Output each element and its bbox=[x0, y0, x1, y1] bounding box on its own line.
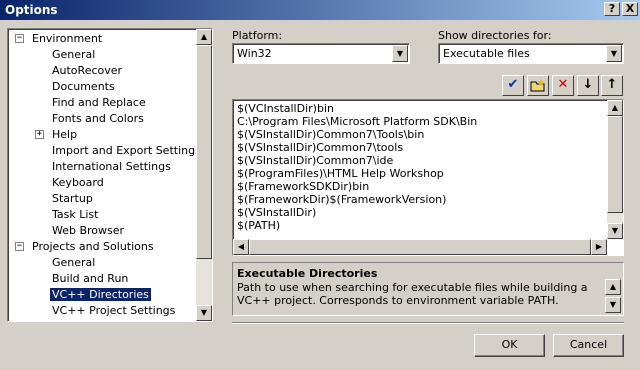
tree-item-label: Environment bbox=[32, 32, 103, 45]
tree-scrollbar[interactable]: ▲ ▼ bbox=[196, 29, 212, 321]
show-dirs-value: Executable files bbox=[443, 47, 530, 60]
tree-item[interactable]: Build and Run bbox=[50, 271, 130, 287]
tree-item-label: Documents bbox=[52, 80, 115, 93]
tree-item-label: Web Browser bbox=[52, 224, 125, 237]
tree-item[interactable]: + Help bbox=[35, 127, 79, 143]
arrow-down-icon[interactable]: ↓ bbox=[577, 75, 599, 96]
tree-item[interactable]: Startup bbox=[50, 191, 95, 207]
scroll-down-button[interactable]: ▼ bbox=[607, 223, 623, 239]
collapse-icon[interactable]: − bbox=[15, 242, 24, 251]
tree-item[interactable]: Fonts and Colors bbox=[50, 111, 146, 127]
tree-item[interactable]: Web Browser bbox=[50, 223, 126, 239]
directory-item[interactable]: $(VSInstallDir) bbox=[237, 206, 316, 219]
tree-item[interactable]: − Projects and Solutions bbox=[15, 239, 156, 255]
desc-scroll-down-button[interactable]: ▼ bbox=[605, 297, 621, 313]
platform-value: Win32 bbox=[237, 47, 272, 60]
description-title: Executable Directories bbox=[237, 267, 378, 280]
directory-item[interactable]: $(VSInstallDir)Common7\Tools\bin bbox=[237, 128, 424, 141]
collapse-icon[interactable]: − bbox=[15, 34, 24, 43]
scroll-up-button[interactable]: ▲ bbox=[607, 100, 623, 116]
directory-item[interactable]: $(FrameworkSDKDir)bin bbox=[237, 180, 369, 193]
tree-item[interactable]: Find and Replace bbox=[50, 95, 148, 111]
platform-label: Platform: bbox=[232, 29, 283, 42]
tree-item-label: AutoRecover bbox=[52, 64, 123, 77]
desc-scroll-up-button[interactable]: ▲ bbox=[605, 279, 621, 295]
directory-item[interactable]: C:\Program Files\Microsoft Platform SDK\… bbox=[237, 115, 477, 128]
window-title: Options bbox=[5, 3, 58, 17]
directory-item[interactable]: $(ProgramFiles)\HTML Help Workshop bbox=[237, 167, 444, 180]
description-panel: Executable Directories Path to use when … bbox=[232, 262, 624, 316]
tree-item[interactable]: AutoRecover bbox=[50, 63, 124, 79]
tree-item[interactable]: International Settings bbox=[50, 159, 173, 175]
directory-item[interactable]: $(VCInstallDir)bin bbox=[237, 102, 334, 115]
cancel-button[interactable]: Cancel bbox=[553, 334, 624, 357]
tree-item-label: Find and Replace bbox=[52, 96, 146, 109]
tree-item[interactable]: Task List bbox=[50, 207, 100, 223]
directory-list[interactable]: $(VCInstallDir)bin C:\Program Files\Micro… bbox=[232, 99, 624, 256]
title-bar: Options ? X bbox=[0, 0, 640, 20]
hscroll-thumb[interactable] bbox=[249, 239, 591, 255]
tree-item-label: General bbox=[52, 256, 96, 269]
tree-item[interactable]: Keyboard bbox=[50, 175, 106, 191]
tree-item-label: Help bbox=[52, 128, 78, 141]
delete-icon[interactable]: ✕ bbox=[552, 75, 574, 96]
checkmark-icon[interactable]: ✔ bbox=[502, 75, 524, 96]
scroll-right-button[interactable]: ▶ bbox=[591, 239, 607, 255]
tree-item-label: Projects and Solutions bbox=[32, 240, 154, 253]
tree-item-label: General bbox=[52, 48, 96, 61]
directory-item[interactable]: $(VSInstallDir)Common7\tools bbox=[237, 141, 403, 154]
show-dirs-label: Show directories for: bbox=[438, 29, 552, 42]
new-folder-icon[interactable] bbox=[527, 75, 549, 96]
tree-item-label: Keyboard bbox=[52, 176, 104, 189]
tree-item-label: Startup bbox=[52, 192, 93, 205]
platform-select[interactable]: Win32 ▼ bbox=[232, 43, 410, 64]
directory-hscroll[interactable]: ◀ ▶ bbox=[233, 239, 607, 255]
expand-icon[interactable]: + bbox=[35, 130, 44, 139]
tree-item-label: Build and Run bbox=[52, 272, 129, 285]
tree-item[interactable]: Documents bbox=[50, 79, 117, 95]
directory-item[interactable]: $(PATH) bbox=[237, 219, 280, 232]
ok-button[interactable]: OK bbox=[474, 334, 545, 357]
scroll-up-button[interactable]: ▲ bbox=[196, 29, 212, 45]
directory-item[interactable]: $(FrameworkDir)$(FrameworkVersion) bbox=[237, 193, 446, 206]
separator bbox=[232, 322, 624, 324]
close-button[interactable]: X bbox=[622, 2, 638, 16]
tree-item-label: Fonts and Colors bbox=[52, 112, 144, 125]
help-button[interactable]: ? bbox=[604, 2, 620, 16]
tree-item[interactable]: VC++ Directories bbox=[50, 287, 151, 303]
tree-item-label: Import and Export Settings bbox=[52, 144, 201, 157]
arrow-up-icon[interactable]: ↑ bbox=[601, 75, 623, 96]
options-tree[interactable]: − Environment General AutoRecover Documents F… bbox=[7, 28, 213, 322]
directory-vscroll[interactable]: ▲ ▼ bbox=[607, 100, 623, 239]
scroll-down-button[interactable]: ▼ bbox=[196, 305, 212, 321]
chevron-down-icon[interactable]: ▼ bbox=[606, 45, 622, 62]
description-text: Path to use when searching for executabl… bbox=[237, 281, 588, 307]
scroll-thumb[interactable] bbox=[196, 45, 212, 259]
tree-item-label: VC++ Directories bbox=[50, 288, 151, 301]
show-dirs-select[interactable]: Executable files ▼ bbox=[438, 43, 624, 64]
tree-item-label: International Settings bbox=[52, 160, 171, 173]
chevron-down-icon[interactable]: ▼ bbox=[392, 45, 408, 62]
tree-item[interactable]: Import and Export Settings bbox=[50, 143, 203, 159]
tree-item-label: VC++ Project Settings bbox=[52, 304, 176, 317]
scroll-left-button[interactable]: ◀ bbox=[233, 239, 249, 255]
tree-item[interactable]: − Environment bbox=[15, 31, 104, 47]
tree-item-label: Task List bbox=[52, 208, 99, 221]
tree-item[interactable]: General bbox=[50, 47, 97, 63]
tree-item[interactable]: General bbox=[50, 255, 97, 271]
scroll-thumb[interactable] bbox=[607, 116, 623, 213]
directory-item[interactable]: $(VSInstallDir)Common7\ide bbox=[237, 154, 393, 167]
tree-item[interactable]: VC++ Project Settings bbox=[50, 303, 177, 319]
